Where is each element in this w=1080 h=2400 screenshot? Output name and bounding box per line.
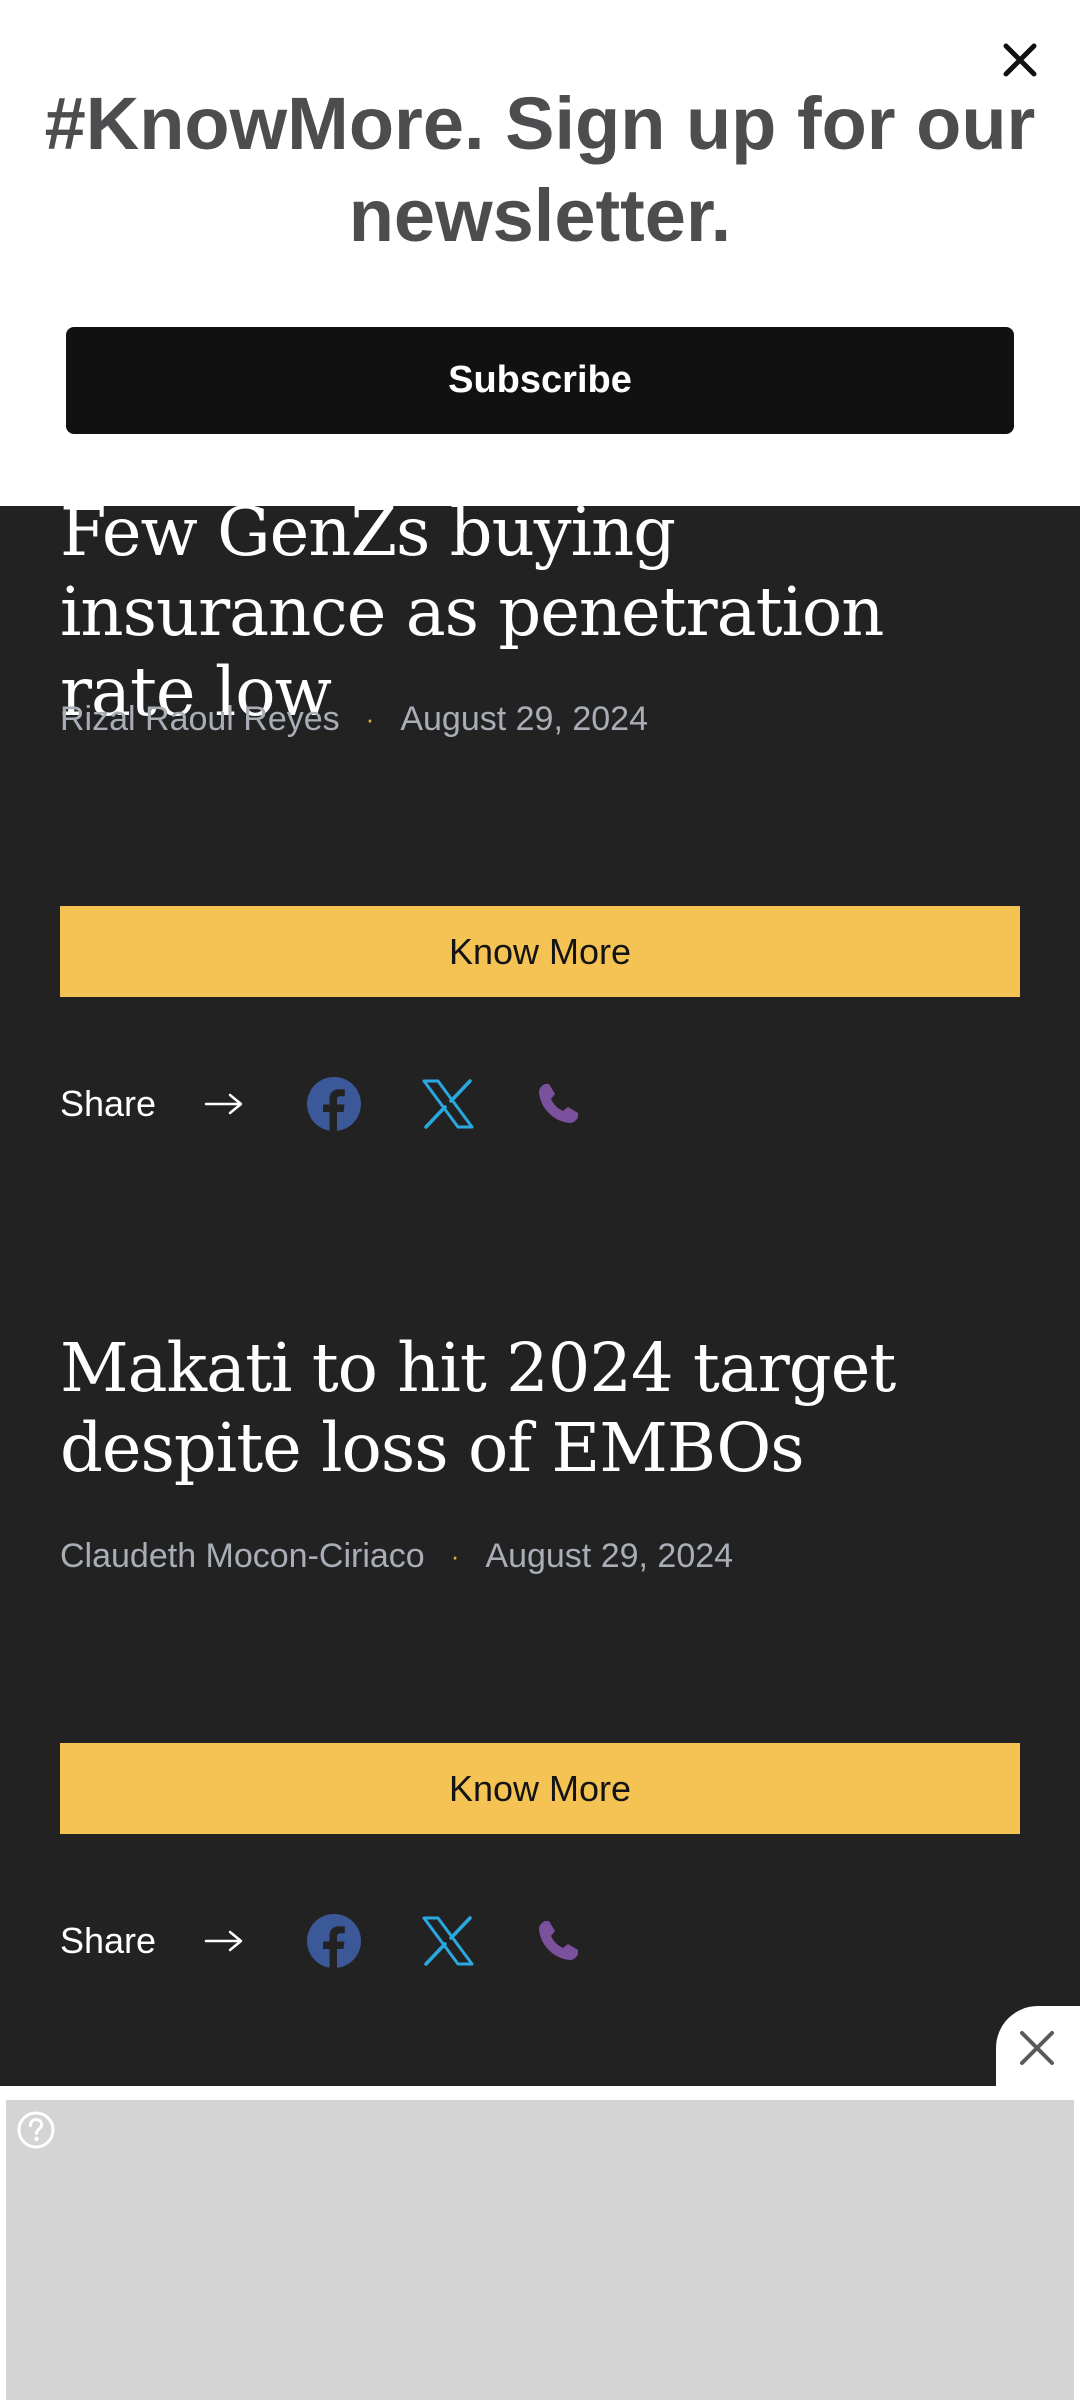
- article-author[interactable]: Claudeth Mocon-Ciriaco: [60, 1537, 425, 1576]
- meta-separator: ·: [365, 704, 375, 734]
- article-date: August 29, 2024: [400, 700, 648, 738]
- question-icon[interactable]: [16, 2110, 56, 2150]
- subscribe-button[interactable]: Subscribe: [66, 327, 1014, 434]
- know-more-button[interactable]: Know More: [60, 1743, 1020, 1834]
- close-icon[interactable]: [996, 36, 1044, 84]
- arrow-right-icon: [204, 1093, 243, 1115]
- article-title[interactable]: Makati to hit 2024 target despite loss o…: [60, 1328, 1020, 1488]
- article-meta: Claudeth Mocon-Ciriaco · August 29, 2024: [60, 1537, 1020, 1587]
- facebook-icon[interactable]: [306, 1913, 362, 1969]
- close-icon[interactable]: [1017, 2028, 1057, 2068]
- meta-separator: ·: [450, 1541, 460, 1571]
- facebook-icon[interactable]: [306, 1076, 362, 1132]
- share-bar: Share: [60, 1909, 1020, 1973]
- arrow-right-icon: [204, 1930, 243, 1952]
- newsletter-title: #KnowMore. Sign up for our newsletter.: [44, 82, 1036, 257]
- share-label: Share: [60, 1920, 157, 1961]
- article-author[interactable]: Rizal Raoul Reyes: [60, 700, 340, 739]
- viber-phone-icon[interactable]: [530, 1076, 586, 1132]
- share-label: Share: [60, 1083, 157, 1124]
- article-card: Makati to hit 2024 target despite loss o…: [60, 1328, 1020, 1488]
- newsletter-banner: #KnowMore. Sign up for our newsletter. S…: [0, 0, 1080, 506]
- x-icon[interactable]: [420, 1913, 476, 1969]
- article-title[interactable]: Few GenZs buying insurance as penetratio…: [60, 492, 1020, 732]
- article-meta: Rizal Raoul Reyes · August 29, 2024: [60, 700, 1020, 750]
- ad-placeholder[interactable]: [6, 2100, 1074, 2400]
- article-date: August 29, 2024: [485, 1537, 734, 1575]
- x-icon[interactable]: [420, 1076, 476, 1132]
- know-more-button[interactable]: Know More: [60, 906, 1020, 997]
- viber-phone-icon[interactable]: [530, 1913, 586, 1969]
- share-bar: Share: [60, 1072, 1020, 1136]
- article-card: Few GenZs buying insurance as penetratio…: [60, 492, 1020, 732]
